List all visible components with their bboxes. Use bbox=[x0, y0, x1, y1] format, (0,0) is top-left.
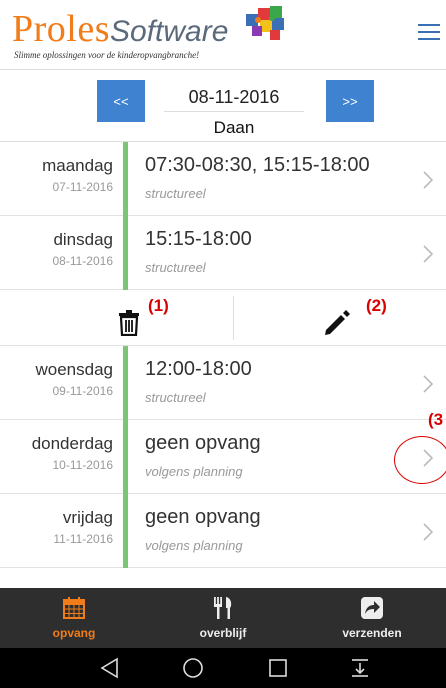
day-name: dinsdag bbox=[53, 230, 113, 249]
chevron-right-icon[interactable] bbox=[422, 374, 434, 394]
edit-button[interactable] bbox=[236, 290, 446, 346]
day-time: geen opvang bbox=[145, 506, 261, 528]
app-header: ProlesSoftware Slimme oplossingen voor d… bbox=[0, 0, 446, 70]
logo-software-text: Software bbox=[110, 15, 229, 48]
day-time: geen opvang bbox=[145, 432, 261, 454]
puzzle-icon bbox=[246, 6, 284, 40]
child-name: Daan bbox=[213, 118, 255, 137]
pencil-icon bbox=[325, 310, 350, 335]
status-bar bbox=[123, 216, 128, 290]
day-name: donderdag bbox=[31, 434, 113, 453]
proles-logo[interactable]: ProlesSoftware Slimme oplossingen voor d… bbox=[12, 6, 302, 66]
status-bar bbox=[123, 420, 128, 494]
day-subtitle: structureel bbox=[145, 186, 206, 201]
day-time: 07:30-08:30, 15:15-18:00 bbox=[145, 154, 370, 176]
hamburger-menu-icon[interactable] bbox=[418, 24, 440, 42]
status-bar bbox=[123, 346, 128, 420]
tab-verzenden[interactable]: verzenden bbox=[298, 588, 446, 648]
tab-label: verzenden bbox=[342, 626, 402, 640]
day-time: 15:15-18:00 bbox=[145, 228, 252, 250]
share-icon bbox=[361, 597, 383, 619]
chevron-right-icon[interactable] bbox=[422, 244, 434, 264]
action-divider bbox=[233, 296, 234, 340]
day-row-vrijdag[interactable]: vrijdag 11-11-2016 geen opvang volgens p… bbox=[0, 494, 446, 568]
day-subtitle: structureel bbox=[145, 390, 206, 405]
day-date: 07-11-2016 bbox=[52, 180, 114, 194]
delete-button[interactable] bbox=[20, 290, 240, 346]
previous-week-button[interactable]: << bbox=[97, 80, 145, 122]
system-navigation-bar bbox=[0, 648, 446, 688]
day-row-donderdag[interactable]: donderdag 10-11-2016 geen opvang volgens… bbox=[0, 420, 446, 494]
day-time: 12:00-18:00 bbox=[145, 358, 252, 380]
trash-icon bbox=[119, 310, 139, 336]
bottom-tab-bar: opvang overblijf verzenden bbox=[0, 588, 446, 648]
recents-square-icon[interactable] bbox=[266, 656, 290, 680]
back-triangle-icon[interactable] bbox=[98, 656, 122, 680]
tab-label: overblijf bbox=[199, 626, 247, 640]
day-date: 08-11-2016 bbox=[52, 254, 114, 268]
annotation-3: (3 bbox=[428, 410, 444, 429]
day-name: maandag bbox=[42, 156, 113, 175]
day-subtitle: volgens planning bbox=[145, 538, 243, 553]
day-subtitle: volgens planning bbox=[145, 464, 243, 479]
date-navigation: << Daan >> bbox=[0, 70, 446, 142]
day-subtitle: structureel bbox=[145, 260, 206, 275]
day-row-dinsdag[interactable]: dinsdag 08-11-2016 15:15-18:00 structure… bbox=[0, 216, 446, 290]
day-date: 11-11-2016 bbox=[53, 532, 113, 546]
tab-opvang[interactable]: opvang bbox=[0, 588, 148, 648]
status-bar bbox=[123, 142, 128, 216]
annotation-circle bbox=[394, 436, 446, 484]
chevron-right-icon[interactable] bbox=[422, 522, 434, 542]
status-bar bbox=[123, 494, 128, 568]
fork-knife-icon bbox=[214, 597, 232, 619]
tab-label: opvang bbox=[52, 626, 96, 640]
day-name: woensdag bbox=[35, 360, 113, 379]
logo-tagline: Slimme oplossingen voor de kinderopvangb… bbox=[14, 50, 200, 60]
calendar-icon bbox=[63, 597, 85, 619]
date-field[interactable] bbox=[164, 84, 304, 112]
home-circle-icon[interactable] bbox=[181, 656, 205, 680]
day-row-woensdag[interactable]: woensdag 09-11-2016 12:00-18:00 structur… bbox=[0, 346, 446, 420]
logo-proles-text: Proles bbox=[12, 8, 110, 50]
day-date: 09-11-2016 bbox=[52, 384, 114, 398]
tab-overblijf[interactable]: overblijf bbox=[149, 588, 297, 648]
day-row-maandag[interactable]: maandag 07-11-2016 07:30-08:30, 15:15-18… bbox=[0, 142, 446, 216]
logo-wordmark: ProlesSoftware bbox=[12, 10, 228, 48]
notification-pull-down-icon[interactable] bbox=[348, 656, 372, 680]
annotation-2: (2) bbox=[366, 296, 387, 315]
next-week-button[interactable]: >> bbox=[326, 80, 374, 122]
day-name: vrijdag bbox=[62, 508, 113, 527]
chevron-right-icon[interactable] bbox=[422, 170, 434, 190]
annotation-1: (1) bbox=[148, 296, 169, 315]
day-date: 10-11-2016 bbox=[52, 458, 114, 472]
